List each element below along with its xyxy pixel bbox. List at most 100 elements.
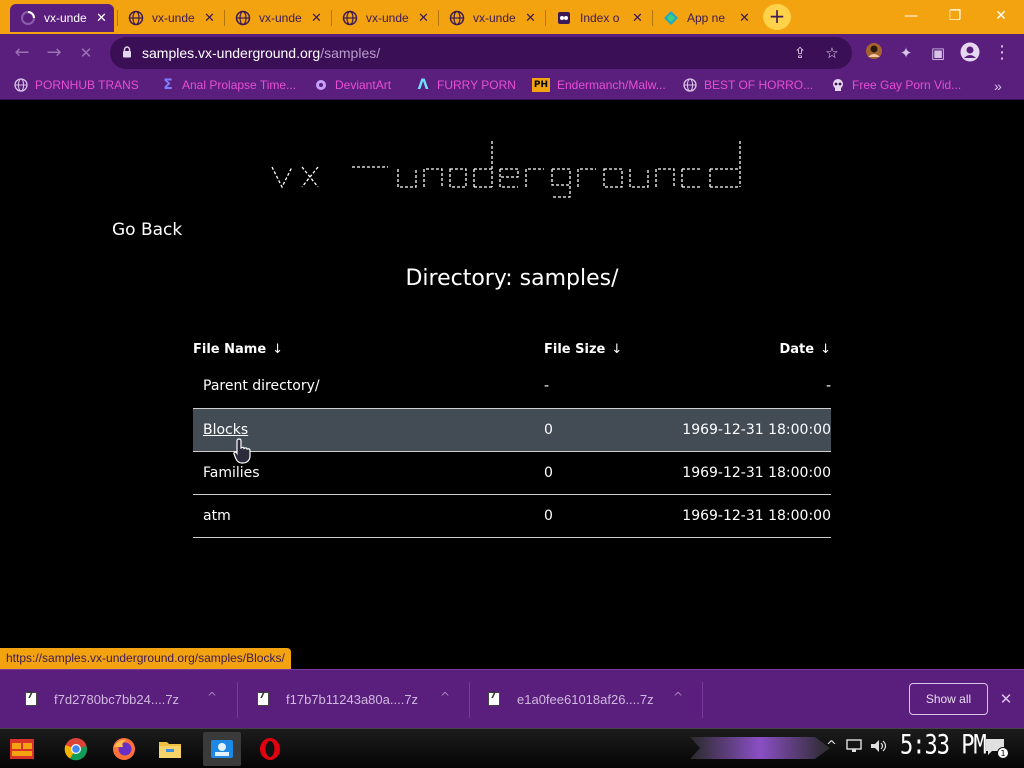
- bookmark-deviantart[interactable]: DeviantArt: [314, 78, 391, 92]
- tab-app-ne[interactable]: App ne ✕: [653, 4, 757, 32]
- deviantart-icon: [314, 78, 328, 92]
- stop-reload-button[interactable]: ✕: [74, 41, 98, 65]
- bookmark-anal-prolapse-time[interactable]: Σ Anal Prolapse Time...: [161, 77, 296, 93]
- tab-vx-underground-4[interactable]: vx-unde ✕: [332, 4, 436, 32]
- profile-extension-icon[interactable]: [863, 42, 885, 64]
- loading-spinner-icon: [20, 10, 36, 26]
- skull-icon: [831, 78, 845, 92]
- tab-close-icon[interactable]: ✕: [95, 11, 108, 26]
- file-size-cell: 0: [544, 408, 654, 452]
- address-bar[interactable]: samples.vx-underground.org/samples/ ⇪ ☆: [110, 37, 852, 69]
- directory-label: Directory:: [405, 266, 513, 291]
- notification-center-icon[interactable]: 1: [984, 737, 1010, 763]
- folder-icon: [159, 742, 181, 758]
- page-content: vx-underground Go Back Directory:samples…: [0, 101, 1024, 669]
- folder-link-blocks[interactable]: Blocks: [203, 422, 248, 438]
- notification-count: 1: [1000, 749, 1005, 758]
- globe-icon: [342, 10, 358, 26]
- table-header-row: File Name ↓ File Size ↓ Date ↓: [193, 333, 831, 365]
- bookmark-label: DeviantArt: [335, 78, 392, 92]
- go-back-link[interactable]: Go Back: [112, 220, 182, 240]
- tab-close-icon[interactable]: ✕: [524, 11, 537, 26]
- bookmark-label: FURRY PORN: [437, 78, 516, 92]
- chrome-menu-icon[interactable]: ⋮: [991, 42, 1013, 64]
- close-download-shelf-icon[interactable]: ✕: [996, 689, 1016, 709]
- lock-icon[interactable]: [122, 46, 132, 58]
- tab-close-icon[interactable]: ✕: [738, 11, 751, 26]
- tab-close-icon[interactable]: ✕: [310, 11, 323, 26]
- date-cell: 1969-12-31 18:00:00: [654, 408, 831, 452]
- tab-vx-underground-3[interactable]: vx-unde ✕: [225, 4, 329, 32]
- taskbar-mail-app[interactable]: [203, 732, 241, 766]
- tab-index-of[interactable]: Index o ✕: [546, 4, 650, 32]
- volume-icon[interactable]: [870, 739, 888, 757]
- tab-title: vx-unde: [473, 11, 516, 25]
- date-cell: 1969-12-31 18:00:00: [654, 451, 831, 495]
- parent-directory-link[interactable]: Parent directory/: [193, 365, 544, 409]
- sort-by-date-header[interactable]: Date ↓: [654, 333, 831, 365]
- profile-avatar-icon[interactable]: [959, 42, 981, 64]
- bookmark-pornhub-trans[interactable]: PORNHUB TRANS: [14, 78, 139, 92]
- download-item[interactable]: f17b7b11243a80a....7z ^: [257, 685, 457, 713]
- tab-close-icon[interactable]: ✕: [417, 11, 430, 26]
- folder-link-atm[interactable]: atm: [193, 494, 544, 538]
- globe-icon: [235, 10, 251, 26]
- start-logo-icon: [10, 739, 34, 759]
- side-panel-icon[interactable]: ▣: [927, 42, 949, 64]
- bookmark-best-of-horror[interactable]: BEST OF HORRO...: [683, 78, 813, 92]
- bookmark-endermanch-malw[interactable]: PH Endermanch/Malw...: [532, 78, 666, 92]
- bookmark-free-gay-porn-vid[interactable]: Free Gay Porn Vid...: [831, 78, 961, 92]
- firefox-icon: [113, 738, 135, 760]
- tab-close-icon[interactable]: ✕: [631, 11, 644, 26]
- network-icon[interactable]: [846, 739, 862, 757]
- start-button[interactable]: [6, 733, 38, 765]
- download-separator: [702, 682, 703, 718]
- tray-overflow-icon[interactable]: ^: [826, 739, 837, 754]
- download-item[interactable]: f7d2780bc7bb24....7z ^: [25, 685, 225, 713]
- chevron-up-icon[interactable]: ^: [673, 690, 683, 704]
- globe-icon: [683, 78, 697, 92]
- directory-heading: Directory: samples/: [0, 266, 1024, 291]
- chevron-up-icon[interactable]: ^: [440, 690, 450, 704]
- sort-by-name-header[interactable]: File Name ↓: [193, 333, 544, 365]
- vx-underground-ascii-logo: vx-underground: [271, 141, 741, 198]
- tab-vx-underground-5[interactable]: vx-unde ✕: [439, 4, 543, 32]
- file-size-cell: 0: [544, 494, 654, 538]
- 7z-file-icon: [25, 691, 37, 706]
- ph-icon: PH: [532, 78, 550, 92]
- sort-by-size-header[interactable]: File Size ↓: [544, 333, 654, 365]
- chevron-up-icon[interactable]: ^: [207, 690, 217, 704]
- tab-vx-underground-2[interactable]: vx-unde ✕: [118, 4, 222, 32]
- tab-vx-underground-1[interactable]: vx-unde ✕: [10, 4, 114, 32]
- sort-arrow-icon: ↓: [611, 341, 623, 357]
- globe-icon: [128, 10, 144, 26]
- taskbar-file-explorer[interactable]: [154, 733, 186, 765]
- extensions-puzzle-icon[interactable]: ✦: [895, 42, 917, 64]
- bookmarks-bar: PORNHUB TRANS Σ Anal Prolapse Time... De…: [0, 72, 1024, 100]
- taskbar-firefox[interactable]: [108, 733, 140, 765]
- back-button[interactable]: ←: [10, 41, 34, 65]
- url-host: samples.vx-underground.org: [142, 45, 321, 61]
- new-tab-button[interactable]: +: [763, 4, 791, 30]
- column-header-label: Date: [779, 341, 815, 357]
- bookmarks-overflow-button[interactable]: »: [994, 78, 1002, 94]
- close-window-button[interactable]: ✕: [986, 6, 1016, 26]
- url-text[interactable]: samples.vx-underground.org/samples/: [142, 45, 380, 61]
- forward-button[interactable]: →: [42, 41, 66, 65]
- file-size-cell: 0: [544, 451, 654, 495]
- show-all-downloads-button[interactable]: Show all: [909, 683, 988, 715]
- taskbar-chrome[interactable]: [60, 733, 92, 765]
- tab-close-icon[interactable]: ✕: [203, 11, 216, 26]
- taskbar-opera[interactable]: [254, 733, 286, 765]
- bookmark-star-icon[interactable]: ☆: [822, 43, 842, 63]
- download-file-name: f7d2780bc7bb24....7z: [54, 691, 180, 707]
- chevron-double-right-icon: »: [994, 78, 1002, 94]
- lambda-icon: Λ: [417, 77, 429, 93]
- bookmark-furry-porn[interactable]: Λ FURRY PORN: [416, 77, 516, 93]
- maximize-button[interactable]: ❐: [940, 6, 970, 26]
- minimize-button[interactable]: —: [896, 6, 926, 26]
- share-icon[interactable]: ⇪: [790, 43, 810, 63]
- directory-name: samples/: [519, 266, 619, 291]
- taskbar-clock[interactable]: 5:33 PM: [900, 731, 987, 761]
- download-item[interactable]: e1a0fee61018af26....7z ^: [488, 685, 688, 713]
